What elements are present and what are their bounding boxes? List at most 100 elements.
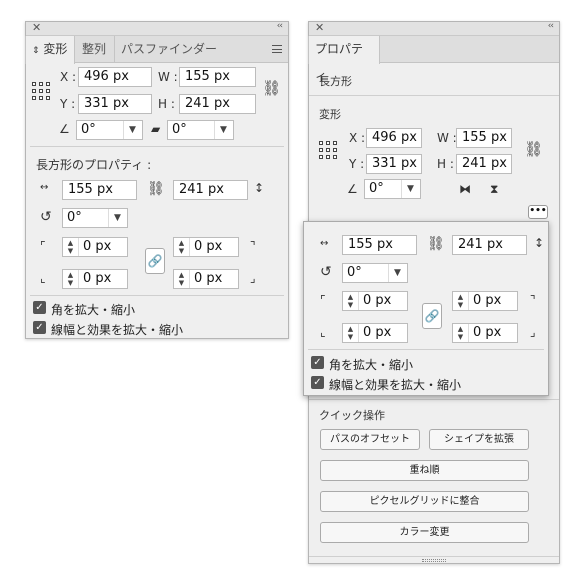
corner-tl-stepper[interactable]: ▲ ▼ 0 px bbox=[342, 291, 408, 311]
scale-strokes-checkbox[interactable]: ✓ bbox=[33, 321, 46, 334]
h-label: H : bbox=[158, 97, 175, 111]
y-field[interactable]: 331 px bbox=[366, 154, 422, 174]
tab-transform[interactable]: ⇕ 変形 bbox=[25, 36, 75, 64]
recolor-button[interactable]: カラー変更 bbox=[320, 522, 529, 543]
corner-tr-stepper[interactable]: ▲ ▼ 0 px bbox=[452, 291, 518, 311]
transform-panel: ✕ ‹‹ ⇕ 変形 整列 パスファインダー X : 496 px W : 155… bbox=[25, 21, 289, 339]
rect-width-field[interactable]: 155 px bbox=[342, 235, 417, 255]
corner-br-stepper[interactable]: ▲ ▼ 0 px bbox=[452, 323, 518, 343]
divider bbox=[30, 295, 284, 296]
panel-titlebar: ✕ ‹‹ bbox=[309, 21, 559, 36]
scale-corners-label: 角を拡大・縮小 bbox=[329, 358, 414, 372]
collapse-icon[interactable]: ‹‹ bbox=[277, 21, 283, 31]
stepper-arrows-icon[interactable]: ▲ ▼ bbox=[453, 324, 469, 342]
expand-shape-button[interactable]: シェイプを拡張 bbox=[429, 429, 529, 450]
stepper-arrows-icon[interactable]: ▲ ▼ bbox=[174, 270, 190, 288]
corner-bl-icon[interactable]: ⌞ bbox=[320, 326, 326, 338]
link-dimensions-icon[interactable]: ⛓ bbox=[147, 182, 165, 196]
transform-section-title: 変形 bbox=[319, 108, 341, 121]
y-field[interactable]: 331 px bbox=[78, 94, 152, 114]
height-icon: ↕ bbox=[254, 181, 265, 195]
shear-dropdown[interactable]: 0° ▼ bbox=[167, 120, 234, 140]
resize-grip-icon[interactable] bbox=[422, 559, 446, 562]
rotate-icon: ↺ bbox=[320, 264, 332, 280]
stepper-arrows-icon[interactable]: ▲ ▼ bbox=[63, 270, 79, 288]
reference-point-icon[interactable] bbox=[32, 82, 50, 100]
scale-strokes-label: 線幅と効果を拡大・縮小 bbox=[51, 323, 184, 337]
x-label: X : bbox=[349, 131, 366, 145]
scale-strokes-label: 線幅と効果を拡大・縮小 bbox=[329, 378, 462, 392]
link-dimensions-icon[interactable]: ⛓ bbox=[427, 237, 445, 251]
link-corners-button[interactable]: 🔗 bbox=[145, 248, 165, 274]
chevron-down-icon: ▼ bbox=[123, 121, 141, 139]
w-field[interactable]: 155 px bbox=[456, 128, 512, 148]
stepper-arrows-icon[interactable]: ▲ ▼ bbox=[453, 292, 469, 310]
chevron-down-icon: ▼ bbox=[214, 121, 232, 139]
constrain-proportions-icon[interactable]: ⛓ bbox=[262, 81, 281, 96]
close-icon[interactable]: ✕ bbox=[32, 21, 41, 34]
chevron-down-icon: ▼ bbox=[401, 180, 419, 198]
corner-tr-icon[interactable]: ⌝ bbox=[530, 294, 536, 306]
y-label: Y : bbox=[60, 97, 76, 111]
close-icon[interactable]: ✕ bbox=[315, 21, 324, 34]
corner-bl-icon[interactable]: ⌞ bbox=[40, 272, 46, 284]
panel-menu-icon[interactable] bbox=[272, 45, 282, 53]
more-options-popup: ↔ 155 px ⛓ 241 px ↕ ↺ 0° ▼ ⌜ ▲ ▼ 0 px ▲ ▼ … bbox=[303, 221, 549, 396]
corner-br-icon[interactable]: ⌟ bbox=[250, 272, 256, 284]
object-type-label: 長方形 bbox=[319, 75, 352, 88]
height-icon: ↕ bbox=[534, 236, 545, 250]
stepper-arrows-icon[interactable]: ▲ ▼ bbox=[343, 324, 359, 342]
corner-br-stepper[interactable]: ▲ ▼ 0 px bbox=[173, 269, 239, 289]
quick-actions-title: クイック操作 bbox=[319, 409, 385, 422]
arrange-button[interactable]: 重ね順 bbox=[320, 460, 529, 481]
rect-properties-title: 長方形のプロパティ : bbox=[36, 158, 152, 172]
x-field[interactable]: 496 px bbox=[78, 67, 152, 87]
w-field[interactable]: 155 px bbox=[179, 67, 256, 87]
divider bbox=[30, 146, 284, 147]
chevron-down-icon: ▼ bbox=[388, 264, 406, 282]
tab-align[interactable]: 整列 bbox=[76, 36, 112, 63]
shear-icon: ▰ bbox=[151, 122, 161, 136]
offset-path-button[interactable]: パスのオフセット bbox=[320, 429, 420, 450]
width-icon: ↔ bbox=[320, 238, 329, 249]
rect-width-field[interactable]: 155 px bbox=[62, 180, 137, 200]
x-field[interactable]: 496 px bbox=[366, 128, 422, 148]
link-corners-button[interactable]: 🔗 bbox=[422, 303, 442, 329]
corner-bl-stepper[interactable]: ▲ ▼ 0 px bbox=[342, 323, 408, 343]
corner-tr-stepper[interactable]: ▲ ▼ 0 px bbox=[173, 237, 239, 257]
rect-rotate-dropdown[interactable]: 0° ▼ bbox=[342, 263, 408, 283]
corner-tl-icon[interactable]: ⌜ bbox=[320, 294, 326, 306]
rotate-icon: ↺ bbox=[40, 209, 52, 225]
corner-tl-icon[interactable]: ⌜ bbox=[40, 240, 46, 252]
tab-properties[interactable]: プロパティ bbox=[308, 36, 380, 83]
scale-strokes-checkbox[interactable]: ✓ bbox=[311, 376, 324, 389]
corner-tr-icon[interactable]: ⌝ bbox=[250, 240, 256, 252]
constrain-proportions-icon[interactable]: ⛓ bbox=[524, 142, 543, 157]
divider bbox=[308, 349, 544, 350]
stepper-arrows-icon[interactable]: ▲ ▼ bbox=[343, 292, 359, 310]
flip-vertical-icon[interactable]: ⧗ bbox=[490, 183, 498, 195]
more-options-button[interactable]: ••• bbox=[528, 205, 548, 219]
h-field[interactable]: 241 px bbox=[179, 94, 256, 114]
panel-tabs: プロパティ bbox=[308, 36, 559, 83]
rotate-dropdown[interactable]: 0° ▼ bbox=[76, 120, 143, 140]
rect-rotate-dropdown[interactable]: 0° ▼ bbox=[62, 208, 128, 228]
rect-height-field[interactable]: 241 px bbox=[452, 235, 527, 255]
h-field[interactable]: 241 px bbox=[456, 154, 512, 174]
y-label: Y : bbox=[349, 157, 365, 171]
collapse-icon[interactable]: ‹‹ bbox=[548, 21, 554, 31]
flip-horizontal-icon[interactable]: ⧓ bbox=[459, 183, 471, 195]
scale-corners-checkbox[interactable]: ✓ bbox=[311, 356, 324, 369]
corner-bl-stepper[interactable]: ▲ ▼ 0 px bbox=[62, 269, 128, 289]
tab-pathfinder[interactable]: パスファインダー bbox=[114, 36, 223, 63]
stepper-arrows-icon[interactable]: ▲ ▼ bbox=[174, 238, 190, 256]
rect-height-field[interactable]: 241 px bbox=[173, 180, 248, 200]
w-label: W : bbox=[437, 131, 457, 145]
align-pixel-grid-button[interactable]: ピクセルグリッドに整合 bbox=[320, 491, 529, 512]
rotate-dropdown[interactable]: 0° ▼ bbox=[364, 179, 421, 199]
stepper-arrows-icon[interactable]: ▲ ▼ bbox=[63, 238, 79, 256]
corner-tl-stepper[interactable]: ▲ ▼ 0 px bbox=[62, 237, 128, 257]
corner-br-icon[interactable]: ⌟ bbox=[530, 326, 536, 338]
reference-point-icon[interactable] bbox=[319, 141, 337, 159]
scale-corners-checkbox[interactable]: ✓ bbox=[33, 301, 46, 314]
